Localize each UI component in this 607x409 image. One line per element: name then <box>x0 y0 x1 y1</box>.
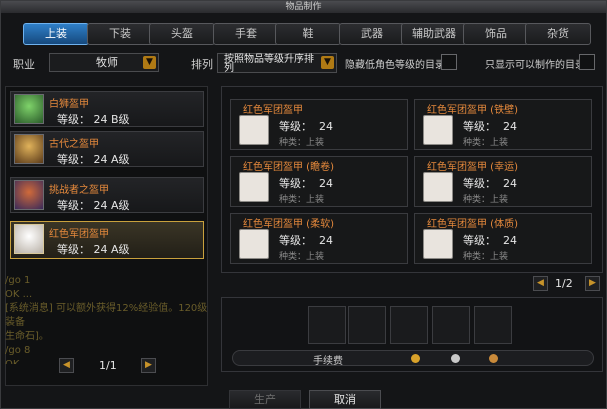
job-label: 职业 <box>13 58 35 71</box>
recipe-type: 种类：上装 <box>279 252 325 262</box>
recipe-type: 种类：上装 <box>279 195 325 205</box>
recipe-type: 种类：上装 <box>279 138 325 148</box>
prev-page-button[interactable]: ◀ <box>59 358 74 373</box>
material-slot[interactable] <box>390 306 428 344</box>
sort-select-value: 按照物品等级升序排列 <box>224 54 314 74</box>
next-page-button[interactable]: ▶ <box>585 276 600 291</box>
armor-icon <box>14 134 44 164</box>
list-item-selected[interactable]: 红色军团盔甲 等级： 24 A级 <box>10 221 204 259</box>
list-item-level: 等级： 24 A级 <box>57 243 130 256</box>
recipe-level: 等级： 24 <box>279 120 333 133</box>
material-slot[interactable] <box>474 306 512 344</box>
material-slot[interactable] <box>432 306 470 344</box>
tab-weapon[interactable]: 武器 <box>339 23 405 45</box>
only-craftable-checkbox[interactable] <box>579 54 595 70</box>
recipe-name: 红色军团盔甲 (铁壁) <box>427 105 518 116</box>
recipe-type: 种类：上装 <box>463 252 509 262</box>
chat-line: /go 8 <box>5 345 31 356</box>
recipe-level: 等级： 24 <box>279 177 333 190</box>
only-craftable-label: 只显示可以制作的目录 <box>485 60 585 71</box>
chat-line: OK ... <box>5 289 33 300</box>
recipe-type: 种类：上装 <box>463 195 509 205</box>
armor-icon <box>14 224 44 254</box>
sort-label: 排列 <box>191 58 213 71</box>
list-item-name: 白狮盔甲 <box>49 99 89 110</box>
job-select[interactable]: 牧师 ▼ <box>49 53 159 72</box>
chat-line: 生命石]。 <box>5 331 49 342</box>
armor-icon <box>14 94 44 124</box>
sort-select[interactable]: 按照物品等级升序排列 ▼ <box>217 53 337 74</box>
recipe-type: 种类：上装 <box>463 138 509 148</box>
chevron-down-icon: ▼ <box>321 56 334 69</box>
fee-bar: 手续费 <box>232 350 594 367</box>
recipe-level: 等级： 24 <box>463 177 517 190</box>
materials-panel: 手续费 <box>221 297 603 372</box>
recipe-card[interactable]: 红色军团盔甲 (体质) 等级： 24 种类：上装 <box>414 213 592 264</box>
copper-coin-icon <box>489 354 498 363</box>
cancel-button[interactable]: 取消 <box>309 390 381 409</box>
armor-icon <box>239 115 269 145</box>
hide-low-level-label: 隐藏低角色等级的目录 <box>345 60 445 71</box>
recipe-card[interactable]: 红色军团盔甲 (幸运) 等级： 24 种类：上装 <box>414 156 592 207</box>
tab-tops[interactable]: 上装 <box>23 23 89 45</box>
hide-low-level-checkbox[interactable] <box>441 54 457 70</box>
material-slot[interactable] <box>348 306 386 344</box>
list-item-level: 等级： 24 B级 <box>57 113 130 126</box>
recipe-card[interactable]: 红色军团盔甲 (柔软) 等级： 24 种类：上装 <box>230 213 408 264</box>
job-select-value: 牧师 <box>96 56 118 69</box>
chat-line: /go 1 <box>5 275 31 286</box>
chat-line: [系统消息] 可以额外获得12%经验值。120级装备 <box>5 303 208 328</box>
armor-icon <box>423 229 453 259</box>
recipe-name: 红色军团盔甲 (幸运) <box>427 162 518 173</box>
recipe-name: 红色军团盔甲 (体质) <box>427 219 518 230</box>
armor-icon <box>239 172 269 202</box>
list-item[interactable]: 白狮盔甲 等级： 24 B级 <box>10 91 204 127</box>
recipe-card[interactable]: 红色军团盔甲 (瞻卷) 等级： 24 种类：上装 <box>230 156 408 207</box>
item-craft-window: 物品制作 上装 下装 头盔 手套 鞋 武器 辅助武器 饰品 杂货 职业 牧师 ▼… <box>0 0 607 409</box>
recipe-grid-panel: 红色军团盔甲 等级： 24 种类：上装 红色军团盔甲 (铁壁) 等级： 24 种… <box>221 86 603 273</box>
list-item-name: 红色军团盔甲 <box>49 229 109 240</box>
tab-secondary-weapon[interactable]: 辅助武器 <box>401 23 467 45</box>
armor-icon <box>423 115 453 145</box>
tab-gloves[interactable]: 手套 <box>213 23 279 45</box>
tab-shoes[interactable]: 鞋 <box>275 23 341 45</box>
armor-icon <box>423 172 453 202</box>
silver-coin-icon <box>451 354 460 363</box>
list-item-name: 挑战者之盔甲 <box>49 185 109 196</box>
recipe-level: 等级： 24 <box>463 120 517 133</box>
chat-log: /go 1 OK ... [系统消息] 可以额外获得12%经验值。120级装备 … <box>5 274 208 364</box>
armor-icon <box>239 229 269 259</box>
produce-button[interactable]: 生产 <box>229 390 301 409</box>
left-page-indicator: 1/1 <box>99 359 117 372</box>
recipe-name: 红色军团盔甲 <box>243 105 303 116</box>
right-pager: ◀ 1/2 ▶ <box>533 276 603 292</box>
recipe-level: 等级： 24 <box>463 234 517 247</box>
tab-accessory[interactable]: 饰品 <box>463 23 529 45</box>
tab-misc[interactable]: 杂货 <box>525 23 591 45</box>
tab-bottoms[interactable]: 下装 <box>87 23 153 45</box>
armor-icon <box>14 180 44 210</box>
filter-bar: 职业 牧师 ▼ 排列 按照物品等级升序排列 ▼ 隐藏低角色等级的目录 只显示可以… <box>9 53 601 74</box>
right-page-indicator: 1/2 <box>555 277 573 290</box>
left-pager: ◀ 1/1 ▶ <box>59 358 159 374</box>
recipe-card[interactable]: 红色军团盔甲 等级： 24 种类：上装 <box>230 99 408 150</box>
gold-coin-icon <box>411 354 420 363</box>
list-item-level: 等级： 24 A级 <box>57 153 130 166</box>
window-title: 物品制作 <box>1 1 606 13</box>
recipe-name: 红色军团盔甲 (瞻卷) <box>243 162 334 173</box>
list-item[interactable]: 古代之盔甲 等级： 24 A级 <box>10 131 204 167</box>
recipe-name: 红色军团盔甲 (柔软) <box>243 219 334 230</box>
list-item-name: 古代之盔甲 <box>49 139 99 150</box>
next-page-button[interactable]: ▶ <box>141 358 156 373</box>
prev-page-button[interactable]: ◀ <box>533 276 548 291</box>
recipe-level: 等级： 24 <box>279 234 333 247</box>
material-slot[interactable] <box>308 306 346 344</box>
list-item[interactable]: 挑战者之盔甲 等级： 24 A级 <box>10 177 204 213</box>
tab-helmet[interactable]: 头盔 <box>149 23 215 45</box>
chevron-down-icon: ▼ <box>143 56 156 69</box>
recipe-card[interactable]: 红色军团盔甲 (铁壁) 等级： 24 种类：上装 <box>414 99 592 150</box>
fee-label: 手续费 <box>313 356 343 367</box>
list-item-level: 等级： 24 A级 <box>57 199 130 212</box>
